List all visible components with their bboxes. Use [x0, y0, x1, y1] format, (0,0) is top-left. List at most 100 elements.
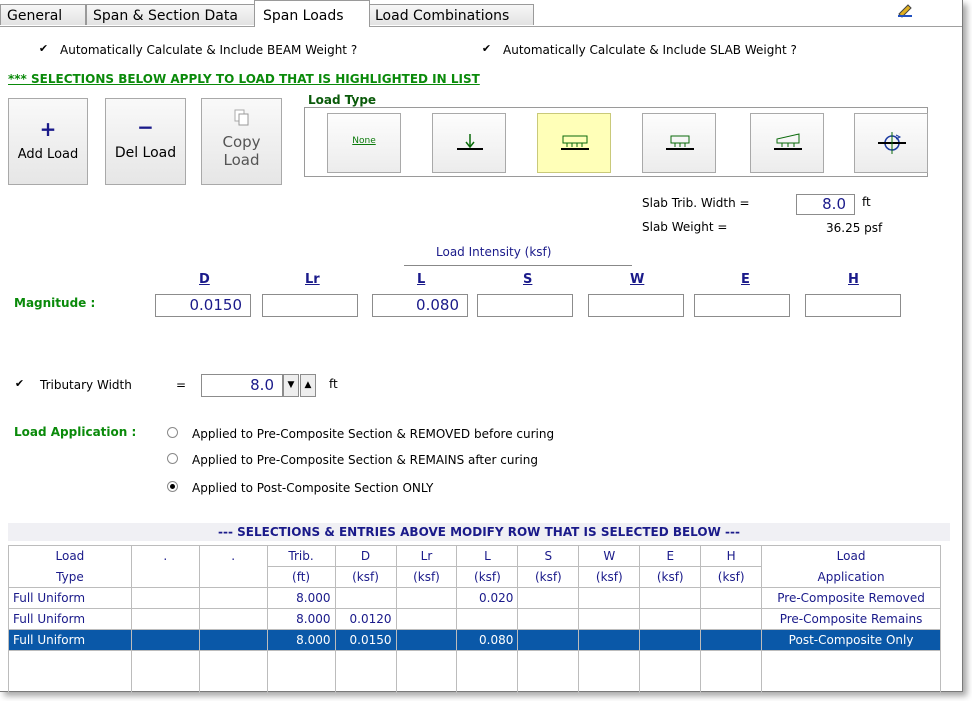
cell-s	[517, 608, 580, 630]
cell-blank	[198, 608, 268, 630]
cell-empty	[700, 650, 763, 694]
col-s-header: S	[523, 272, 533, 287]
add-load-button[interactable]: + Add Load	[8, 98, 88, 185]
option-post-composite-label: Applied to Post-Composite Section ONLY	[192, 481, 434, 495]
th2-trib-unit: (ft)	[266, 566, 336, 588]
load-type-moment-button[interactable]	[854, 113, 928, 173]
tributary-down-button[interactable]: ▼	[283, 374, 299, 397]
col-d-header: D	[199, 272, 210, 287]
tributary-width-checkbox[interactable]: ✔	[14, 378, 25, 389]
tributary-width-label: Tributary Width	[40, 378, 132, 392]
copy-load-line2: Load	[223, 151, 260, 169]
tributary-width-input[interactable]: 8.0	[201, 374, 283, 397]
tab-general[interactable]: General	[0, 4, 86, 25]
table-row-selected[interactable]: Full Uniform 8.000 0.0150 0.080 Post-Com…	[8, 629, 941, 651]
cell-h	[700, 629, 763, 651]
cell-empty	[456, 650, 519, 694]
tributary-eq: =	[176, 378, 187, 392]
load-type-none-button[interactable]: None	[327, 113, 401, 173]
slab-trib-width-input[interactable]: 8.0	[796, 194, 855, 215]
th-e: E	[639, 545, 702, 567]
cell-e	[639, 587, 702, 609]
table-row[interactable]: Full Uniform 8.000 0.020 Pre-Composite R…	[8, 587, 941, 609]
magnitude-w-input[interactable]	[588, 294, 684, 317]
trapezoidal-load-icon	[774, 133, 802, 150]
th-s: S	[517, 545, 580, 567]
copy-load-line1: Copy	[222, 133, 261, 151]
cell-empty	[761, 650, 941, 694]
slab-trib-unit: ft	[862, 195, 871, 209]
th-d: D	[334, 545, 397, 567]
tributary-unit: ft	[329, 377, 338, 391]
cell-empty	[517, 650, 580, 694]
cell-application: Post-Composite Only	[761, 629, 941, 651]
magnitude-l-input[interactable]: 0.080	[372, 294, 468, 317]
cell-h	[700, 608, 763, 630]
edit-pencil-icon[interactable]	[896, 0, 914, 18]
cell-type: Full Uniform	[8, 629, 132, 651]
cell-s	[517, 587, 580, 609]
beam-weight-label: Automatically Calculate & Include BEAM W…	[60, 43, 358, 57]
table-row-empty[interactable]	[8, 650, 941, 694]
tab-load-combinations-label: Load Combinations	[375, 8, 510, 24]
cell-type: Full Uniform	[8, 587, 132, 609]
del-load-label: Del Load	[114, 145, 177, 161]
intensity-divider	[404, 265, 632, 266]
option-pre-removed-label: Applied to Pre-Composite Section & REMOV…	[192, 427, 555, 441]
radio-post-composite[interactable]	[167, 481, 178, 492]
magnitude-e-input[interactable]	[694, 294, 790, 317]
th2-blank1	[130, 566, 200, 588]
cell-l: 0.020	[456, 587, 519, 609]
load-type-label: Load Type	[308, 93, 377, 107]
th-h: H	[700, 545, 763, 567]
radio-pre-remains[interactable]	[167, 453, 178, 464]
slab-weight-checkbox[interactable]: ✔	[481, 43, 492, 54]
radio-pre-removed[interactable]	[167, 427, 178, 438]
th2-s-unit: (ksf)	[517, 566, 580, 588]
magnitude-d-input[interactable]: 0.0150	[155, 294, 251, 317]
tab-load-combinations[interactable]: Load Combinations	[368, 4, 534, 25]
tab-general-label: General	[7, 8, 63, 24]
table-row[interactable]: Full Uniform 8.000 0.0120 Pre-Composite …	[8, 608, 941, 630]
load-application-label: Load Application :	[14, 425, 137, 439]
magnitude-lr-input[interactable]	[262, 294, 358, 317]
tributary-up-button[interactable]: ▲	[300, 374, 316, 397]
load-type-point-button[interactable]	[432, 113, 506, 173]
load-type-full-uniform-button[interactable]	[537, 113, 611, 173]
cell-d: 0.0150	[334, 629, 397, 651]
cell-s	[517, 629, 580, 651]
point-load-icon	[457, 134, 483, 150]
cell-l: 0.080	[456, 629, 519, 651]
magnitude-s-input[interactable]	[477, 294, 573, 317]
table-header-row-2: Type (ft) (ksf) (ksf) (ksf) (ksf) (ksf) …	[8, 566, 941, 588]
th-dot2: .	[198, 545, 268, 567]
copy-icon	[202, 109, 281, 131]
th-w: W	[578, 545, 641, 567]
tab-span-loads[interactable]: Span Loads	[254, 0, 370, 27]
slab-trib-width-label: Slab Trib. Width =	[642, 196, 750, 210]
cell-blank	[130, 629, 200, 651]
span-loads-window: General Span & Section Data Span Loads L…	[0, 0, 963, 694]
magnitude-h-input[interactable]	[805, 294, 901, 317]
selection-note: *** SELECTIONS BELOW APPLY TO LOAD THAT …	[8, 72, 480, 86]
cell-empty	[639, 650, 702, 694]
th-lr: Lr	[395, 545, 458, 567]
cell-empty	[395, 650, 458, 694]
add-load-label: Add Load	[17, 147, 79, 162]
table-note: --- SELECTIONS & ENTRIES ABOVE MODIFY RO…	[8, 523, 950, 541]
load-intensity-label: Load Intensity (ksf)	[436, 245, 552, 259]
minus-icon: −	[137, 115, 154, 139]
slab-weight-label-text: Slab Weight =	[642, 220, 728, 234]
cell-trib: 8.000	[266, 608, 336, 630]
cell-w	[578, 608, 641, 630]
cell-l	[456, 608, 519, 630]
cell-empty	[578, 650, 641, 694]
load-type-trapezoidal-button[interactable]	[750, 113, 824, 173]
del-load-button[interactable]: − Del Load	[105, 98, 186, 185]
load-type-partial-uniform-button[interactable]	[642, 113, 716, 173]
beam-weight-checkbox[interactable]: ✔	[38, 43, 49, 54]
copy-load-button[interactable]: Copy Load	[201, 98, 282, 185]
tab-span-section-data[interactable]: Span & Section Data	[86, 4, 256, 25]
col-l-header: L	[417, 272, 426, 287]
col-h-header: H	[848, 272, 859, 287]
